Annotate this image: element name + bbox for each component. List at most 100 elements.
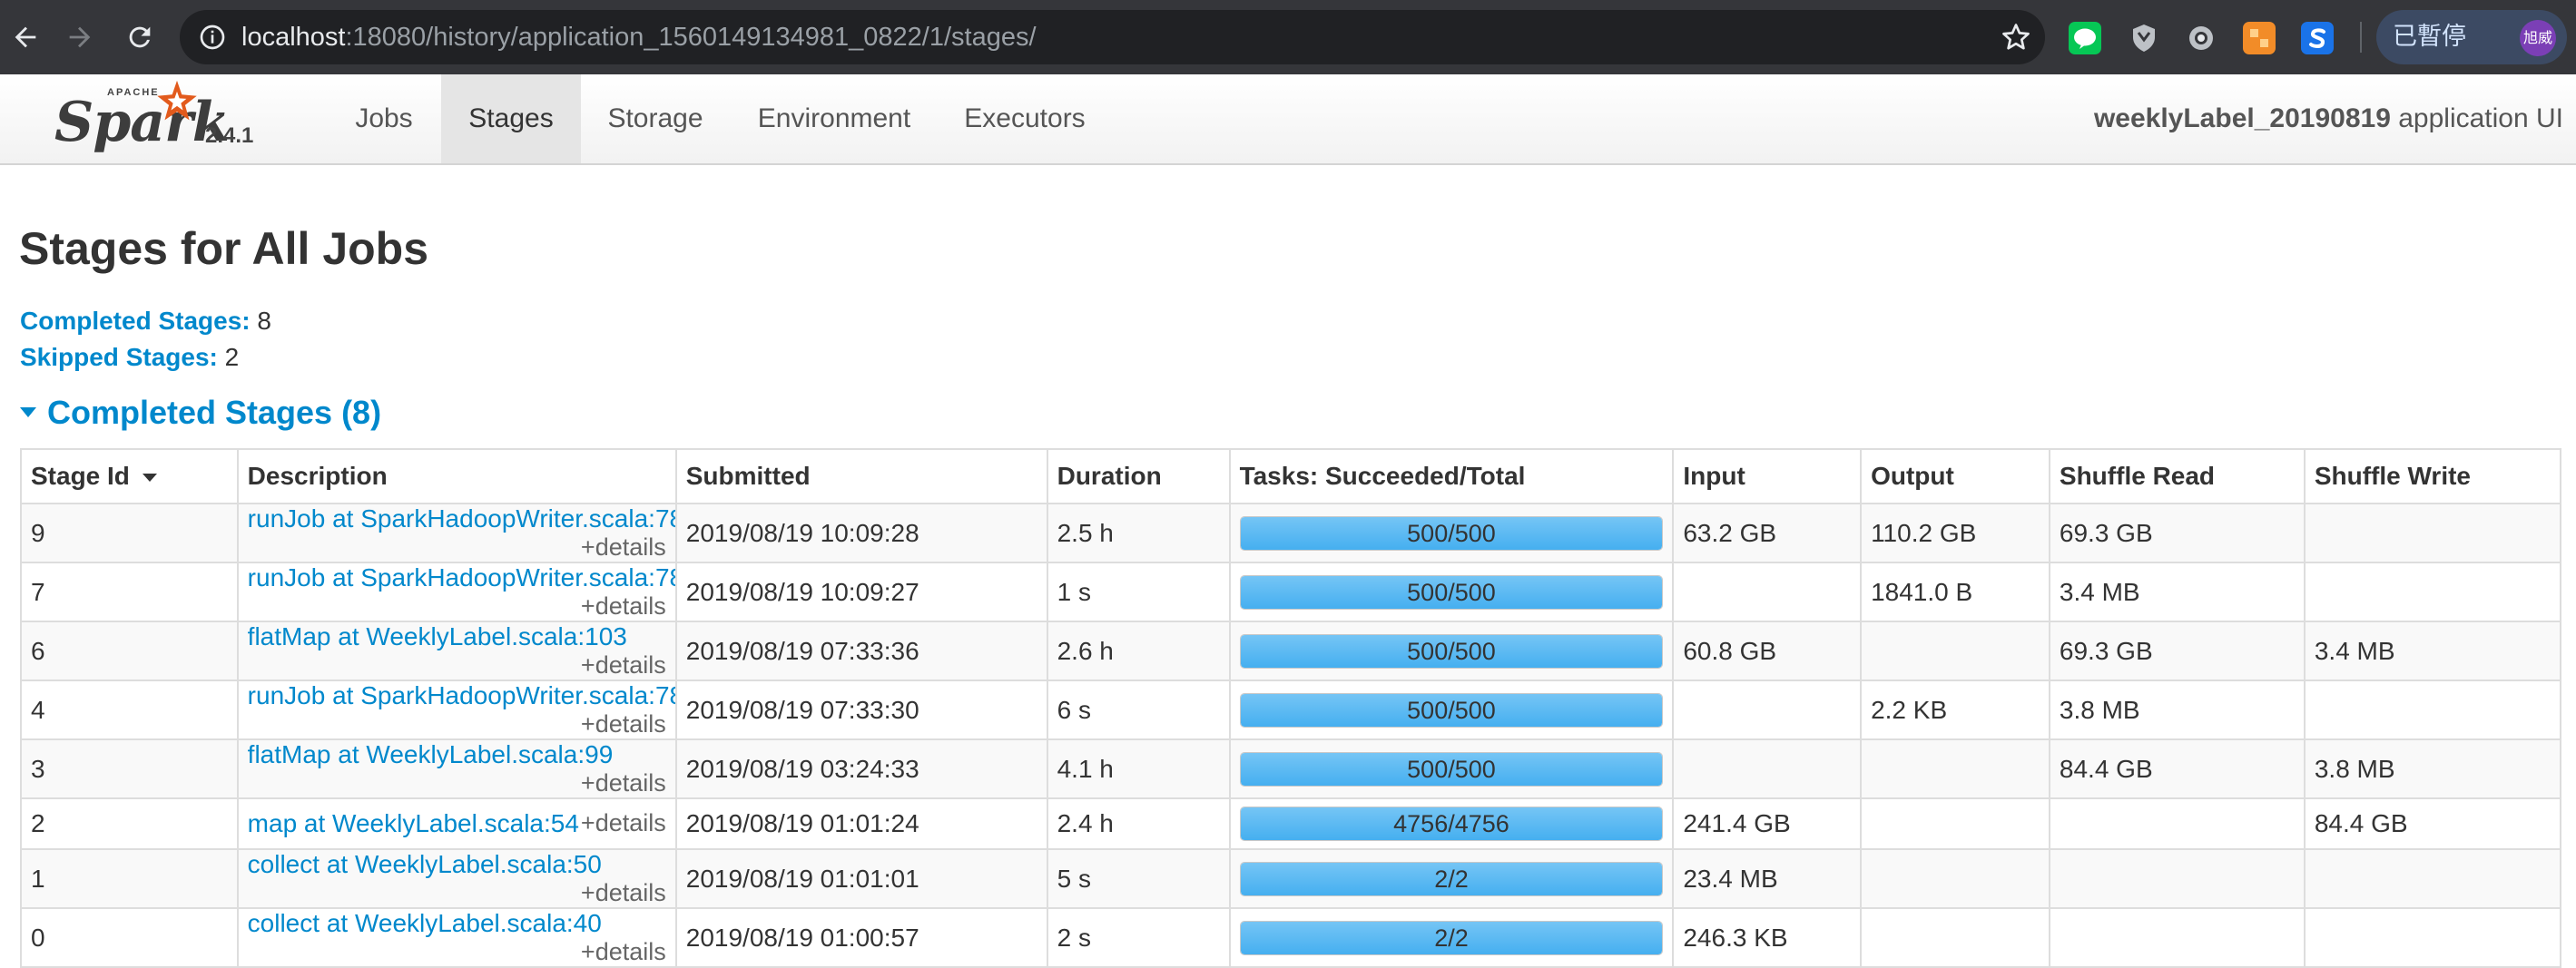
header-shuffle-read[interactable]: Shuffle Read bbox=[2048, 448, 2306, 504]
details-toggle[interactable]: +details bbox=[581, 809, 666, 837]
shuffle-write-cell bbox=[2303, 848, 2562, 909]
completed-stages-link[interactable]: Completed Stages: bbox=[20, 307, 251, 335]
input-cell bbox=[1672, 738, 1863, 799]
description-cell: flatMap at WeeklyLabel.scala:103 +details bbox=[236, 621, 677, 681]
skipped-stages-count: 2 bbox=[224, 343, 240, 371]
spark-logo[interactable]: APACHE Spark 2.4.1 bbox=[53, 74, 270, 165]
tasks-cell: 500/500 bbox=[1228, 562, 1675, 622]
output-cell: 1841.0 B bbox=[1860, 562, 2050, 622]
task-progress-text: 2/2 bbox=[1434, 924, 1469, 952]
stage-description-link[interactable]: runJob at SparkHadoopWriter.scala:78 bbox=[248, 564, 674, 592]
duration-cell: 5 s bbox=[1046, 848, 1231, 909]
shuffle-read-cell bbox=[2048, 848, 2306, 909]
task-progress-bar: 500/500 bbox=[1239, 751, 1664, 787]
back-arrow-icon bbox=[15, 26, 36, 48]
input-cell: 23.4 MB bbox=[1672, 848, 1863, 909]
shuffle-write-cell bbox=[2303, 503, 2562, 563]
header-tasks[interactable]: Tasks: Succeeded/Total bbox=[1228, 448, 1675, 504]
collapse-caret-icon bbox=[20, 406, 36, 417]
stage-description-link[interactable]: runJob at SparkHadoopWriter.scala:78 bbox=[248, 682, 674, 709]
details-toggle[interactable]: +details bbox=[581, 769, 666, 797]
header-duration[interactable]: Duration bbox=[1046, 448, 1231, 504]
submitted-cell: 2019/08/19 07:33:30 bbox=[674, 680, 1048, 740]
stage-id-cell: 9 bbox=[20, 503, 239, 563]
submitted-cell: 2019/08/19 01:01:01 bbox=[674, 848, 1048, 909]
sort-descending-icon bbox=[142, 474, 157, 482]
details-toggle[interactable]: +details bbox=[581, 592, 666, 620]
stage-description-link[interactable]: flatMap at WeeklyLabel.scala:99 bbox=[248, 741, 614, 768]
table-row: 0 collect at WeeklyLabel.scala:40 +details… bbox=[20, 907, 2562, 968]
shuffle-write-cell bbox=[2303, 562, 2562, 622]
stage-id-cell: 6 bbox=[20, 621, 239, 681]
line-extension-icon[interactable] bbox=[2069, 22, 2101, 54]
output-cell bbox=[1860, 738, 2050, 799]
table-row: 4 runJob at SparkHadoopWriter.scala:78 +de… bbox=[20, 680, 2562, 740]
tab-stages[interactable]: Stages bbox=[441, 74, 581, 163]
orange-extension-icon[interactable] bbox=[2243, 22, 2276, 54]
tasks-cell: 500/500 bbox=[1228, 738, 1675, 799]
info-icon[interactable] bbox=[198, 23, 227, 52]
table-row: 1 collect at WeeklyLabel.scala:50 +details… bbox=[20, 848, 2562, 909]
duration-cell: 2.4 h bbox=[1046, 797, 1231, 850]
forward-button[interactable] bbox=[54, 12, 105, 63]
details-toggle[interactable]: +details bbox=[581, 651, 666, 679]
profile-button[interactable]: 已暫停 旭威 bbox=[2376, 10, 2567, 64]
header-shuffle-write[interactable]: Shuffle Write bbox=[2303, 448, 2562, 504]
tab-environment[interactable]: Environment bbox=[737, 74, 931, 163]
shield-extension-icon[interactable] bbox=[2128, 22, 2160, 54]
output-cell: 110.2 GB bbox=[1860, 503, 2050, 563]
stage-description-link[interactable]: collect at WeeklyLabel.scala:40 bbox=[248, 910, 602, 937]
tab-storage[interactable]: Storage bbox=[588, 74, 723, 163]
app-title: weeklyLabel_20190819 application UI bbox=[2094, 74, 2563, 163]
task-progress-text: 500/500 bbox=[1407, 637, 1496, 665]
back-button[interactable] bbox=[0, 12, 51, 63]
page-title: Stages for All Jobs bbox=[19, 223, 429, 274]
skipped-stages-link[interactable]: Skipped Stages: bbox=[20, 343, 218, 371]
tab-jobs[interactable]: Jobs bbox=[329, 74, 439, 163]
header-submitted[interactable]: Submitted bbox=[674, 448, 1048, 504]
output-cell bbox=[1860, 621, 2050, 681]
details-toggle[interactable]: +details bbox=[581, 710, 666, 738]
circle-extension-icon[interactable] bbox=[2185, 22, 2217, 54]
completed-stages-count: 8 bbox=[257, 307, 271, 335]
stage-description-link[interactable]: collect at WeeklyLabel.scala:50 bbox=[248, 851, 602, 878]
s-extension-icon[interactable] bbox=[2301, 22, 2334, 54]
task-progress-text: 500/500 bbox=[1407, 696, 1496, 724]
shuffle-read-cell: 69.3 GB bbox=[2048, 503, 2306, 563]
description-cell: flatMap at WeeklyLabel.scala:99 +details bbox=[236, 738, 677, 799]
bookmark-star-icon[interactable] bbox=[2000, 21, 2032, 54]
task-progress-text: 500/500 bbox=[1407, 755, 1496, 783]
details-toggle[interactable]: +details bbox=[581, 879, 666, 906]
shuffle-write-cell: 84.4 GB bbox=[2303, 797, 2562, 850]
tab-executors[interactable]: Executors bbox=[948, 74, 1102, 163]
table-row: 2 map at WeeklyLabel.scala:54 +details 2019… bbox=[20, 797, 2562, 850]
task-progress-text: 500/500 bbox=[1407, 519, 1496, 547]
completed-stages-toggle[interactable]: Completed Stages (8) bbox=[20, 392, 381, 434]
url-host: localhost bbox=[241, 23, 346, 52]
skipped-stages-summary: Skipped Stages: 2 bbox=[20, 341, 239, 374]
url-text[interactable]: localhost:18080/history/application_1560… bbox=[241, 10, 1037, 64]
reload-button[interactable] bbox=[114, 12, 165, 63]
header-input[interactable]: Input bbox=[1672, 448, 1863, 504]
task-progress-bar: 500/500 bbox=[1239, 692, 1664, 728]
shuffle-read-cell: 69.3 GB bbox=[2048, 621, 2306, 681]
address-bar[interactable]: localhost:18080/history/application_1560… bbox=[180, 10, 2045, 64]
header-stage-id[interactable]: Stage Id bbox=[20, 448, 239, 504]
header-output[interactable]: Output bbox=[1860, 448, 2050, 504]
stage-description-link[interactable]: flatMap at WeeklyLabel.scala:103 bbox=[248, 623, 627, 650]
table-header-row: Stage Id Description Submitted Duration … bbox=[20, 448, 2562, 504]
duration-cell: 1 s bbox=[1046, 562, 1231, 622]
output-cell bbox=[1860, 797, 2050, 850]
input-cell bbox=[1672, 680, 1863, 740]
browser-toolbar: localhost:18080/history/application_1560… bbox=[0, 0, 2576, 74]
header-description[interactable]: Description bbox=[236, 448, 677, 504]
completed-stages-table: Stage Id Description Submitted Duration … bbox=[20, 448, 2562, 968]
stage-description-link[interactable]: runJob at SparkHadoopWriter.scala:78 bbox=[248, 505, 674, 533]
shuffle-read-cell: 3.4 MB bbox=[2048, 562, 2306, 622]
table-row: 9 runJob at SparkHadoopWriter.scala:78 +de… bbox=[20, 503, 2562, 563]
details-toggle[interactable]: +details bbox=[581, 533, 666, 561]
task-progress-bar: 500/500 bbox=[1239, 515, 1664, 551]
app-title-suffix: application UI bbox=[2390, 103, 2563, 133]
stage-description-link[interactable]: map at WeeklyLabel.scala:54 bbox=[248, 809, 579, 837]
details-toggle[interactable]: +details bbox=[581, 938, 666, 965]
